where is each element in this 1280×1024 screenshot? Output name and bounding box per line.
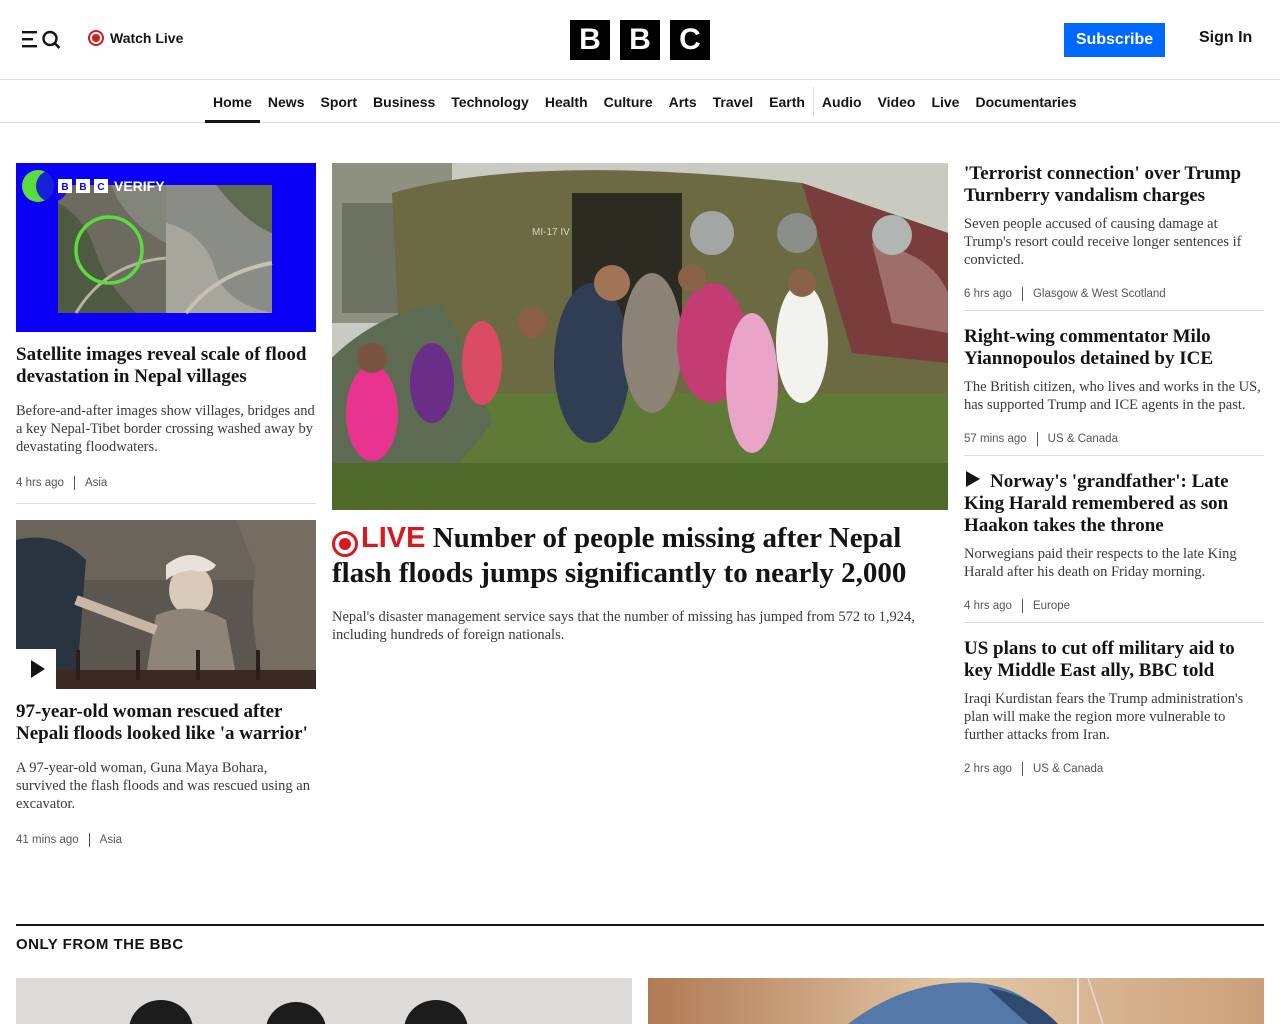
menu-search-button[interactable] [22, 28, 62, 50]
meta-divider [1036, 432, 1038, 446]
story-divider [964, 455, 1264, 456]
story-time: 41 mins ago [16, 834, 79, 846]
story-meta: 4 hrs ago Europe [964, 599, 1264, 613]
section-title: ONLY FROM THE BBC [16, 936, 184, 953]
feature-thumbnail-left[interactable] [16, 978, 632, 1024]
satellite-comparison-graphic: B B C VERIFY [16, 163, 316, 332]
nav-item-arts[interactable]: Arts [661, 81, 705, 122]
story-time: 2 hrs ago [964, 763, 1012, 775]
nav-item-home[interactable]: Home [205, 81, 260, 123]
nav-item-news[interactable]: News [260, 81, 313, 122]
nav-item-culture[interactable]: Culture [596, 81, 661, 122]
story-time: 6 hrs ago [964, 288, 1012, 300]
section-rule [16, 924, 1264, 926]
lead-story-headline[interactable]: LIVE Number of people missing after Nepa… [332, 522, 948, 589]
nav-item-earth[interactable]: Earth [761, 81, 813, 122]
nav-item-sport[interactable]: Sport [312, 81, 365, 122]
nav-item-travel[interactable]: Travel [705, 81, 761, 122]
story-time: 57 mins ago [964, 433, 1027, 445]
lead-story-summary: Nepal's disaster management service says… [332, 609, 915, 643]
meta-divider [1021, 599, 1023, 613]
feature-photo-left [16, 978, 632, 1024]
live-indicator-icon [332, 531, 358, 557]
story-meta: 41 mins ago Asia [16, 833, 316, 847]
top-header: Watch Live B B C Subscribe Sign In [0, 0, 1280, 80]
nav-item-live[interactable]: Live [923, 81, 967, 122]
story-divider [964, 622, 1264, 623]
video-story-headline[interactable]: Norway's 'grandfather': Late King Harald… [964, 471, 1264, 537]
meta-divider [1021, 762, 1023, 776]
story-meta: 4 hrs ago Asia [16, 476, 316, 490]
main-navigation: Home News Sport Business Technology Heal… [0, 81, 1280, 123]
story-meta: 57 mins ago US & Canada [964, 432, 1264, 446]
rescue-video-thumbnail[interactable] [16, 520, 316, 689]
rescue-photo [16, 520, 316, 689]
feature-photo-right [648, 978, 1264, 1024]
play-video-button[interactable] [16, 649, 56, 689]
logo-letter-c: C [670, 20, 710, 60]
story-time: 4 hrs ago [964, 600, 1012, 612]
story-headline[interactable]: 97-year-old woman rescued after Nepali f… [16, 701, 316, 745]
story-meta: 2 hrs ago US & Canada [964, 762, 1264, 776]
story-headline[interactable]: Right-wing commentator Milo Yiannopoulos… [964, 326, 1264, 370]
story-section-link[interactable]: Asia [85, 477, 107, 489]
story-summary: Norwegians paid their respects to the la… [964, 546, 1237, 580]
story-headline[interactable]: 'Terrorist connection' over Trump Turnbe… [964, 163, 1264, 207]
menu-search-icon [22, 30, 61, 49]
story-headline[interactable]: Satellite images reveal scale of flood d… [16, 344, 316, 388]
logo-letter-b2: B [620, 20, 660, 60]
lead-story: MI-17 IV LIVE Number of people missing a… [332, 163, 948, 644]
story-section-link[interactable]: Glasgow & West Scotland [1033, 288, 1166, 300]
svg-text:VERIFY: VERIFY [114, 178, 165, 194]
story-summary: Iraqi Kurdistan fears the Trump administ… [964, 691, 1244, 743]
bbc-logo[interactable]: B B C [570, 20, 710, 60]
live-record-icon [88, 30, 104, 46]
lead-story-image[interactable]: MI-17 IV [332, 163, 948, 510]
story-meta: 6 hrs ago Glasgow & West Scotland [964, 287, 1264, 301]
bbc-verify-satellite-image[interactable]: B B C VERIFY [16, 163, 316, 332]
svg-text:B: B [61, 182, 68, 193]
meta-divider [88, 833, 90, 847]
story-summary: Before-and-after images show villages, b… [16, 403, 315, 455]
story-time: 4 hrs ago [16, 477, 64, 489]
helicopter-evacuation-photo: MI-17 IV [332, 163, 948, 510]
story-section-link[interactable]: Europe [1033, 600, 1070, 612]
watch-live-label: Watch Live [110, 30, 184, 46]
subscribe-button[interactable]: Subscribe [1064, 23, 1165, 57]
story-summary: Seven people accused of causing damage a… [964, 216, 1242, 268]
play-icon [31, 660, 45, 678]
svg-text:C: C [97, 182, 104, 193]
story-section-link[interactable]: Asia [100, 834, 122, 846]
story-section-link[interactable]: US & Canada [1048, 433, 1118, 445]
left-column: B B C VERIFY Satellite images reveal sca… [16, 163, 316, 847]
meta-divider [73, 476, 75, 490]
nav-item-business[interactable]: Business [365, 81, 443, 122]
story-section-link[interactable]: US & Canada [1033, 763, 1103, 775]
play-icon [966, 471, 980, 487]
watch-live-link[interactable]: Watch Live [88, 28, 183, 48]
story-divider [964, 310, 1264, 311]
nav-item-video[interactable]: Video [870, 81, 924, 122]
story-divider [16, 503, 316, 504]
right-column: 'Terrorist connection' over Trump Turnbe… [964, 163, 1264, 776]
live-label: LIVE [361, 522, 426, 554]
story-summary: The British citizen, who lives and works… [964, 379, 1261, 413]
helicopter-marking: MI-17 IV [532, 227, 570, 238]
nav-item-audio[interactable]: Audio [814, 81, 870, 122]
story-headline-text: Norway's 'grandfather': Late King Harald… [964, 471, 1229, 536]
nav-item-health[interactable]: Health [537, 81, 596, 122]
svg-text:B: B [79, 182, 86, 193]
story-summary: A 97-year-old woman, Guna Maya Bohara, s… [16, 760, 310, 812]
sign-in-link[interactable]: Sign In [1199, 29, 1252, 47]
meta-divider [1021, 287, 1023, 301]
logo-letter-b1: B [570, 20, 610, 60]
nav-item-technology[interactable]: Technology [443, 81, 537, 122]
story-headline[interactable]: US plans to cut off military aid to key … [964, 638, 1264, 682]
feature-thumbnail-right[interactable] [648, 978, 1264, 1024]
nav-item-documentaries[interactable]: Documentaries [967, 81, 1084, 122]
